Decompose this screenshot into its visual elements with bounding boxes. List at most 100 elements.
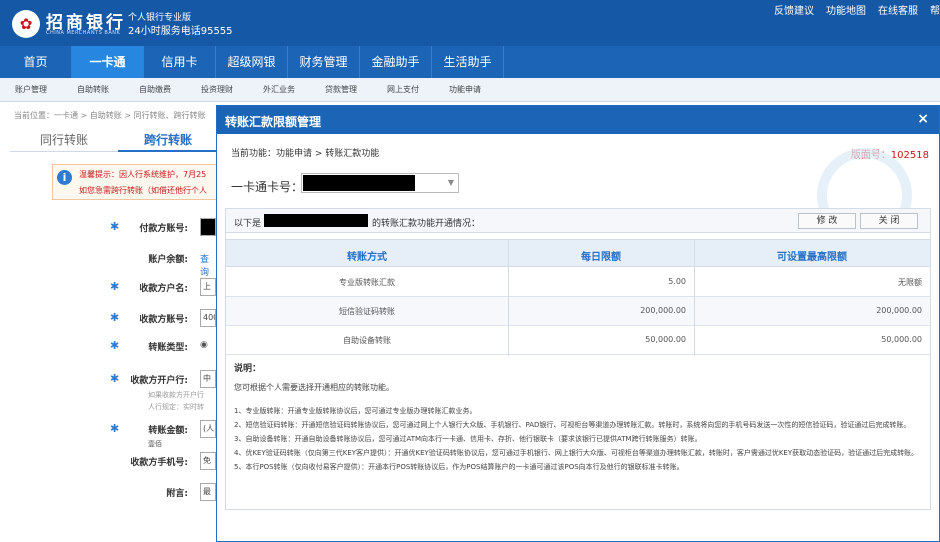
payee-bank-select[interactable]: 中国 xyxy=(200,370,216,388)
daily-limit-cell: 200,000.00 xyxy=(640,306,686,315)
tab-same-bank[interactable]: 同行转账 xyxy=(10,128,118,152)
nav-finance-assistant[interactable]: 金融助手 xyxy=(360,46,432,78)
note-item: 1、专业版转账：开通专业版转账协议后，您可通过专业版办理转账汇款业务。 xyxy=(234,407,477,415)
bank-english-name: CHINA MERCHANTS BANK xyxy=(46,30,121,36)
payee-bank-row: ✱ 收款方开户行: 中国 xyxy=(110,370,216,388)
breadcrumb: 当前位置：一卡通 > 自助转账 > 同行转账、跨行转账 xyxy=(14,111,206,120)
limit-panel: 以下是 的转账汇款功能开通情况： 修 改 关 闭 转账方式 每日限额 可设置最高… xyxy=(225,208,931,510)
table-header: 转账方式 每日限额 可设置最高限额 xyxy=(226,239,930,267)
table-row: 短信验证码转账 200,000.00 200,000.00 xyxy=(226,297,930,326)
required-icon: ✱ xyxy=(110,311,120,324)
payee-phone-label: 收款方手机号: xyxy=(130,458,188,468)
notes-intro: 您可根据个人需要选择开通相应的转账功能。 xyxy=(234,383,394,392)
balance-query-link[interactable]: 查询 xyxy=(200,252,216,278)
nav-super-ebank[interactable]: 超级网银 xyxy=(216,46,288,78)
col-method: 转账方式 xyxy=(347,252,387,263)
close-icon[interactable]: × xyxy=(917,111,929,127)
redacted-card-number xyxy=(303,175,415,191)
payee-account-row: ✱ 收款方账号: 400 xyxy=(110,309,216,327)
main-nav: 首页 一卡通 信用卡 超级网银 财务管理 金融助手 生活助手 xyxy=(0,46,940,78)
method-cell: 专业版转账汇款 xyxy=(339,278,395,287)
col-max-limit: 可设置最高限额 xyxy=(777,252,847,263)
sub-nav: 账户管理 自助转账 自助缴费 投资理财 外汇业务 贷款管理 网上支付 功能申请 xyxy=(0,78,940,102)
subnav-loan[interactable]: 贷款管理 xyxy=(310,78,372,101)
method-cell: 自助设备转账 xyxy=(343,336,391,345)
dialog-title: 转账汇款限额管理 xyxy=(225,115,322,129)
info-prefix: 以下是 xyxy=(234,219,262,229)
note-item: 5、本行POS转账（仅向收付易客户提供）：开通本行POS转账协议后，作为POS结… xyxy=(234,463,684,471)
payee-name-input[interactable]: 上海 xyxy=(200,278,216,296)
hotline-label: 24小时服务电话95555 xyxy=(128,26,233,37)
payee-name-label: 收款方户名: xyxy=(139,284,188,294)
notes-list: 1、专业版转账：开通专业版转账协议后，您可通过专业版办理转账汇款业务。 2、短信… xyxy=(234,405,924,473)
max-limit-cell: 200,000.00 xyxy=(876,306,922,315)
close-button[interactable]: 关 闭 xyxy=(860,213,918,229)
info-icon: i xyxy=(57,170,72,185)
current-function: 当前功能：功能申请 > 转账汇款功能 xyxy=(231,149,380,159)
subnav-invest[interactable]: 投资理财 xyxy=(186,78,248,101)
payer-account-select[interactable] xyxy=(200,218,216,236)
subnav-forex[interactable]: 外汇业务 xyxy=(248,78,310,101)
modify-button[interactable]: 修 改 xyxy=(798,213,856,229)
online-service-link[interactable]: 在线客服 xyxy=(878,2,918,17)
redacted-account xyxy=(264,214,368,227)
method-cell: 短信验证码转账 xyxy=(339,307,395,316)
daily-limit-cell: 50,000.00 xyxy=(645,335,686,344)
nav-finance[interactable]: 财务管理 xyxy=(288,46,360,78)
card-number-select[interactable]: ▼ xyxy=(301,173,459,193)
amount-label: 转账金额: xyxy=(148,426,188,436)
transfer-tabs: 同行转账 跨行转账 xyxy=(10,128,220,152)
payee-account-input[interactable]: 400 xyxy=(200,309,216,327)
transfer-type-radio[interactable]: ◉ xyxy=(200,340,208,350)
nav-credit-card[interactable]: 信用卡 xyxy=(144,46,216,78)
note-item: 4、优KEY验证码转账（仅向第三代KEY客户提供）：开通优KEY验证码转账协议后… xyxy=(234,449,919,457)
notice-line-1: 温馨提示：因人行系统维护，7月25 xyxy=(79,170,207,179)
tab-inter-bank[interactable]: 跨行转账 xyxy=(118,128,218,152)
bank-logo-icon: ✿ xyxy=(12,10,40,38)
subnav-transfer[interactable]: 自助转账 xyxy=(62,78,124,101)
required-icon: ✱ xyxy=(110,280,120,293)
payee-bank-label: 收款方开户行: xyxy=(130,376,188,386)
notes-section: 说明： 您可根据个人需要选择开通相应的转账功能。 1、专业版转账：开通专业版转账… xyxy=(234,361,924,475)
table-row: 专业版转账汇款 5.00 无限额 xyxy=(226,268,930,297)
payee-account-label: 收款方账号: xyxy=(139,315,188,325)
column-divider xyxy=(508,239,509,356)
note-item: 3、自助设备转账：开通自助设备转账协议后，您可通过ATM向本行一卡通、信用卡、存… xyxy=(234,435,702,443)
nav-home[interactable]: 首页 xyxy=(0,46,72,78)
payee-phone-input[interactable]: 免费 xyxy=(200,452,216,470)
required-icon: ✱ xyxy=(110,372,120,385)
max-limit-cell: 50,000.00 xyxy=(881,335,922,344)
amount-hint: 壹佰 xyxy=(148,440,162,448)
transfer-type-row: ✱ 转账类型: ◉ xyxy=(110,337,216,355)
notice-line-2: 如您急需跨行转账（如借还他行个人 xyxy=(79,186,207,195)
amount-row: ✱ 转账金额: (人 xyxy=(110,420,216,438)
feedback-link[interactable]: 反馈建议 xyxy=(774,2,814,17)
remark-label: 附言: xyxy=(166,489,188,499)
info-bar: 以下是 的转账汇款功能开通情况： 修 改 关 闭 xyxy=(226,209,930,233)
subnav-payment[interactable]: 自助缴费 xyxy=(124,78,186,101)
chevron-down-icon: ▼ xyxy=(447,178,454,187)
remark-input[interactable]: 最多 xyxy=(200,483,216,501)
nav-card[interactable]: 一卡通 xyxy=(72,46,144,78)
balance-row: 账户余额: 查询 xyxy=(110,249,216,278)
note-item: 2、短信验证码转账：开通短信验证码转账协议后，您可通过网上个人银行大众版、手机银… xyxy=(234,421,911,429)
function-map-link[interactable]: 功能地图 xyxy=(826,2,866,17)
required-icon: ✱ xyxy=(110,220,120,233)
subnav-apply[interactable]: 功能申请 xyxy=(434,78,496,101)
transfer-type-label: 转账类型: xyxy=(148,343,188,353)
subnav-account[interactable]: 账户管理 xyxy=(0,78,62,101)
top-links: 反馈建议 功能地图 在线客服 帮 xyxy=(774,2,940,17)
nav-life-assistant[interactable]: 生活助手 xyxy=(432,46,504,78)
bank-hint-2: 人行规定：实时转 xyxy=(148,403,204,411)
max-limit-cell: 无限额 xyxy=(898,278,922,287)
dialog-header: 转账汇款限额管理 × xyxy=(217,106,939,134)
table-row: 自助设备转账 50,000.00 50,000.00 xyxy=(226,326,930,355)
required-icon: ✱ xyxy=(110,339,120,352)
remark-row: 附言: 最多 xyxy=(110,483,216,501)
card-number-label: 一卡通卡号： xyxy=(231,180,304,194)
payee-name-row: ✱ 收款方户名: 上海 xyxy=(110,278,216,296)
subnav-netpay[interactable]: 网上支付 xyxy=(372,78,434,101)
amount-input[interactable]: (人 xyxy=(200,420,216,438)
required-icon: ✱ xyxy=(110,422,120,435)
help-link[interactable]: 帮 xyxy=(930,2,940,17)
